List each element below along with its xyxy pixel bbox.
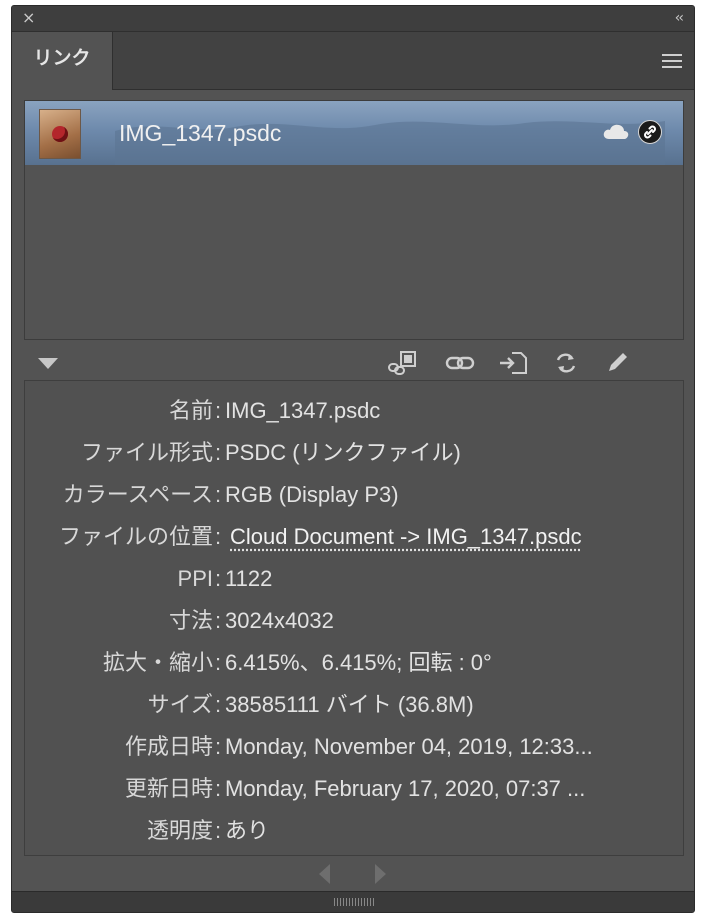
info-label: 名前 <box>168 398 213 423</box>
link-thumbnail <box>39 109 81 159</box>
info-label: サイズ <box>147 692 213 717</box>
info-value: 1122 <box>225 566 273 591</box>
update-link-icon[interactable] <box>551 350 581 376</box>
info-label: ファイル形式 <box>80 440 213 465</box>
link-info-panel: 名前 : IMG_1347.psdc ファイル形式 : PSDC (リンクファイ… <box>24 380 684 856</box>
info-value: RGB (Display P3) <box>225 482 399 507</box>
previous-arrow-icon[interactable] <box>319 864 330 884</box>
tab-bar: リンク <box>12 32 694 90</box>
panel-titlebar[interactable]: × ‹‹ <box>12 6 694 32</box>
link-row[interactable]: IMG_1347.psdc <box>25 101 683 165</box>
collapse-icon[interactable]: ‹‹ <box>675 10 684 26</box>
info-row-size: サイズ : 38585111 バイト (36.8M) <box>25 685 683 725</box>
info-row-format: ファイル形式 : PSDC (リンクファイル) <box>25 433 683 473</box>
info-value: 3024x4032 <box>225 608 334 633</box>
relink-from-libraries-icon[interactable] <box>388 350 418 376</box>
link-file-name: IMG_1347.psdc <box>119 120 282 146</box>
panel-menu-icon[interactable] <box>662 54 682 72</box>
links-toolbar <box>12 346 694 380</box>
info-label: 寸法 <box>168 608 213 633</box>
info-row-modified: 更新日時 : Monday, February 17, 2020, 07:37 … <box>25 769 683 809</box>
info-value: 38585111 バイト (36.8M) <box>225 692 474 717</box>
info-row-scale: 拡大・縮小 : 6.415%、6.415%; 回転 : 0° <box>25 643 683 683</box>
resize-footer[interactable] <box>12 891 694 912</box>
info-value: 6.415%、6.415%; 回転 : 0° <box>225 650 492 675</box>
tab-links[interactable]: リンク <box>12 32 113 90</box>
go-to-link-icon[interactable] <box>498 350 528 376</box>
file-location-link[interactable]: Cloud Document -> IMG_1347.psdc <box>230 517 670 557</box>
links-panel: × ‹‹ リンク IMG_1347.psdc 名前: IMG_1347.psd… <box>11 5 695 913</box>
info-label: カラースペース <box>62 482 213 507</box>
info-label: 更新日時 <box>124 776 213 801</box>
info-label: 拡大・縮小 <box>102 650 213 675</box>
edit-original-icon[interactable] <box>603 350 633 376</box>
info-row-location: ファイルの位置 : Cloud Document -> IMG_1347.psd… <box>25 517 683 557</box>
info-label: 透明度 <box>146 818 213 843</box>
links-list: IMG_1347.psdc <box>24 100 684 340</box>
info-value: PSDC (リンクファイル) <box>225 440 461 465</box>
info-row-transparency: 透明度 : あり <box>25 811 683 851</box>
info-label: ファイルの位置 <box>58 524 213 549</box>
resize-grip-icon[interactable] <box>334 898 374 906</box>
cloud-icon <box>603 124 629 139</box>
next-arrow-icon[interactable] <box>375 864 386 884</box>
info-row-ppi: PPI : 1122 <box>25 559 683 599</box>
info-value: Monday, February 17, 2020, 07:37 ... <box>225 776 586 801</box>
info-row-created: 作成日時 : Monday, November 04, 2019, 12:33.… <box>25 727 683 767</box>
info-row-colorspace: カラースペース : RGB (Display P3) <box>25 475 683 515</box>
close-icon[interactable]: × <box>22 10 35 26</box>
show-info-toggle-icon[interactable] <box>38 358 58 369</box>
link-icon <box>638 120 662 144</box>
info-pager <box>12 860 694 890</box>
info-row-name: 名前 : IMG_1347.psdc <box>25 391 683 431</box>
info-value: Monday, November 04, 2019, 12:33... <box>225 734 593 759</box>
info-row-dimensions: 寸法 : 3024x4032 <box>25 601 683 641</box>
info-label: PPI <box>177 566 213 591</box>
info-value: あり <box>225 818 270 843</box>
info-label: 作成日時 <box>124 734 213 759</box>
info-value: IMG_1347.psdc <box>225 398 381 423</box>
relink-icon[interactable] <box>445 350 475 376</box>
